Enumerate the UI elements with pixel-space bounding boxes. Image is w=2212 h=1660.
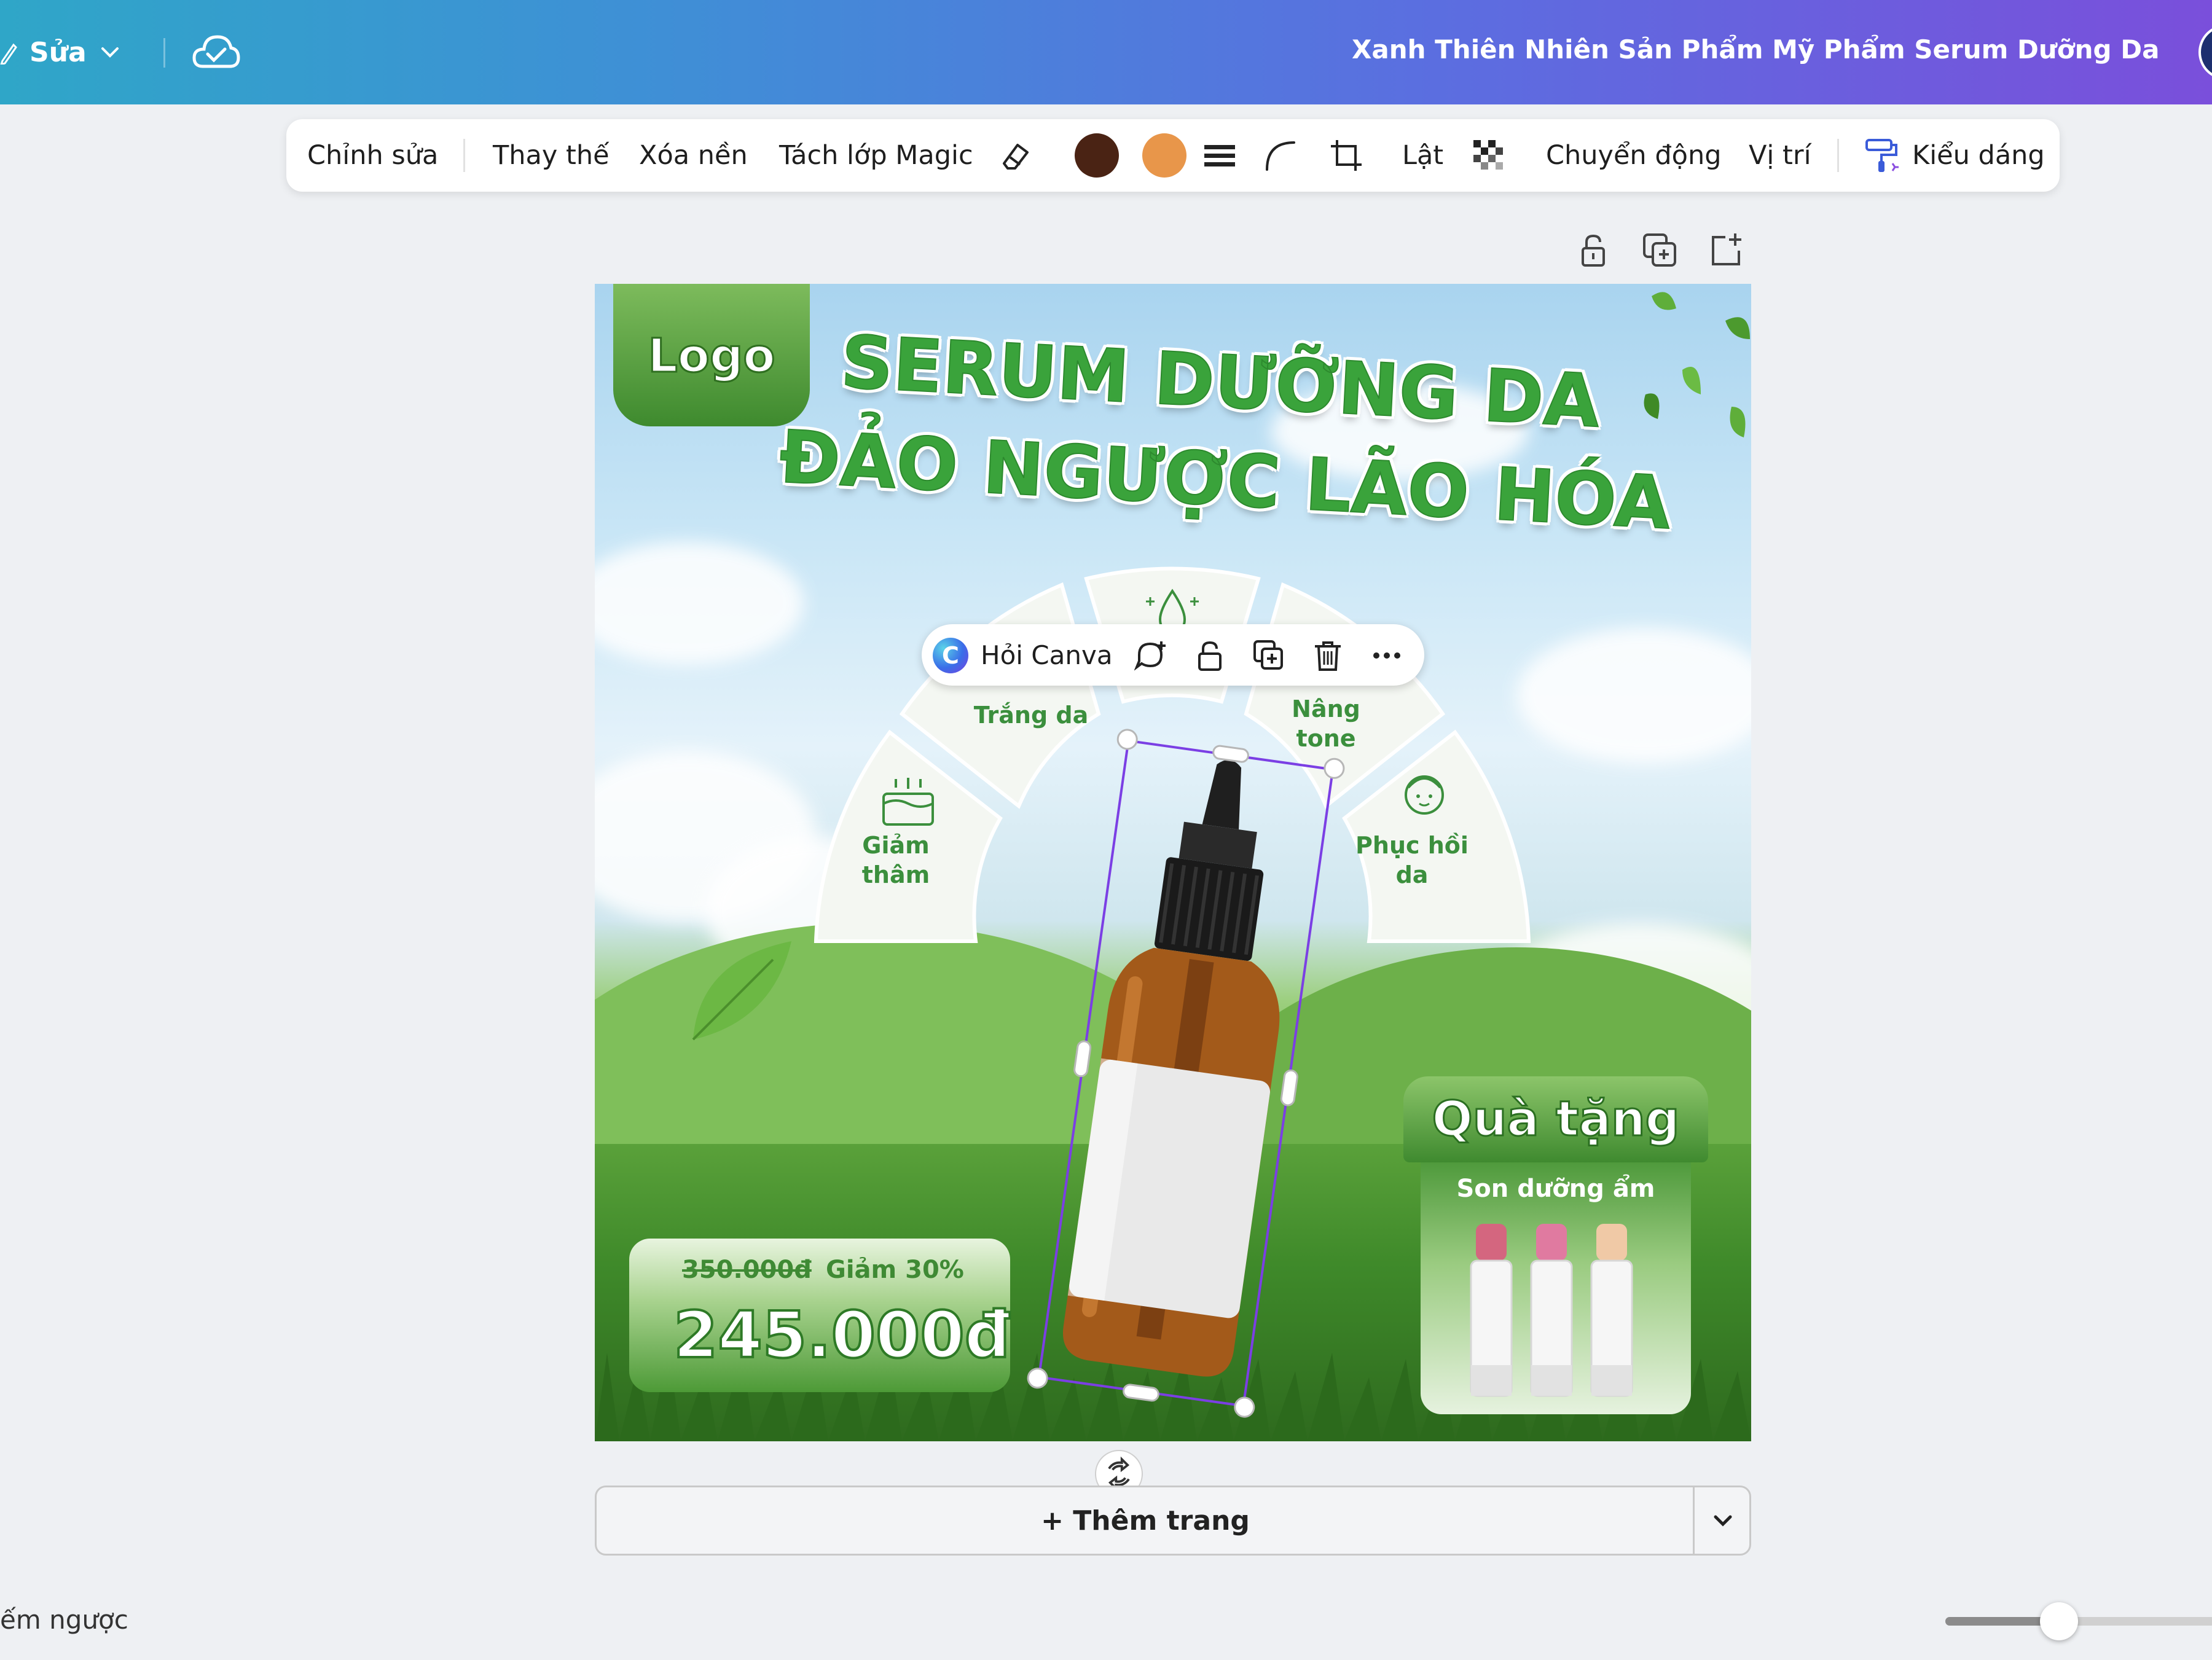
zoom-slider[interactable] <box>1945 1617 2212 1626</box>
leaf-decoration <box>692 941 791 1041</box>
header-divider <box>163 38 165 68</box>
add-page-button[interactable]: + Thêm trang <box>597 1487 1694 1554</box>
replace-button[interactable]: Thay thế <box>493 119 610 192</box>
zoom-slider-handle[interactable] <box>2039 1602 2078 1640</box>
comment-add-icon[interactable] <box>1134 639 1167 672</box>
benefit-label: Giảm thâm <box>861 832 930 888</box>
top-header: Sửa Xanh Thiên Nhiên Sản Phẩm Mỹ Phẩm Se… <box>0 0 2212 104</box>
notes-label[interactable]: ếm ngược <box>0 1605 128 1635</box>
chevron-down-icon[interactable] <box>1695 1487 1751 1554</box>
cloud-decoration <box>595 542 804 665</box>
face-icon <box>1405 775 1444 815</box>
gift-body: Son dưỡng ẩm <box>1421 1162 1691 1414</box>
duplicate-page-icon[interactable] <box>1641 231 1679 269</box>
duplicate-icon[interactable] <box>1252 639 1285 672</box>
add-page-icon[interactable] <box>1707 231 1745 269</box>
gift-card: Son dưỡng ẩm Quà tặng <box>1403 1076 1708 1420</box>
animate-button[interactable]: Chuyển động <box>1546 119 1722 192</box>
document-title[interactable]: Xanh Thiên Nhiên Sản Phẩm Mỹ Phẩm Serum … <box>1352 34 2169 65</box>
design-canvas[interactable]: Logo SERUM DƯỠNG DA ĐẢO NGƯỢC LÃO HÓA Gi… <box>595 284 1751 1441</box>
add-page-bar: + Thêm trang <box>595 1486 1751 1556</box>
benefit-label: Trắng da <box>973 702 1089 729</box>
eraser-icon[interactable] <box>999 139 1032 172</box>
remove-background-button[interactable]: Xóa nền <box>639 119 748 192</box>
toolbar-divider <box>1837 139 1839 172</box>
old-price: 350.000đ <box>682 1256 812 1284</box>
new-price: 245.000đ <box>672 1296 1011 1374</box>
cloud-saved-icon[interactable] <box>192 32 241 72</box>
color-swatch-orange[interactable] <box>1140 131 1188 179</box>
ask-canva-toolbar: C Hỏi Canva <box>922 624 1424 686</box>
price-card: 350.000đ Giảm 30% 245.000đ <box>629 1239 1011 1392</box>
toolbar-divider <box>463 139 465 172</box>
logo-text: Logo <box>647 327 776 383</box>
benefit-label: Nâng tone <box>1292 695 1360 752</box>
color-swatch-brown[interactable] <box>1073 131 1121 179</box>
lock-icon[interactable] <box>1193 639 1226 672</box>
gift-header: Quà tặng <box>1403 1076 1708 1162</box>
paint-roller-icon <box>1865 139 1899 172</box>
crop-icon[interactable] <box>1328 138 1364 173</box>
transparency-icon[interactable] <box>1471 138 1507 173</box>
leaves-decoration <box>1644 292 1750 437</box>
chevron-down-icon <box>101 47 119 58</box>
skin-layers-icon <box>882 778 934 826</box>
edit-image-button[interactable]: Chỉnh sửa <box>307 119 438 192</box>
edit-menu-button[interactable]: Sửa <box>0 31 122 74</box>
edit-menu-label: Sửa <box>29 36 87 68</box>
magic-layer-button[interactable]: Tách lớp Magic <box>779 119 973 192</box>
more-options-icon[interactable] <box>1370 639 1403 672</box>
discount-label: Giảm 30% <box>826 1256 964 1284</box>
style-button[interactable]: Kiểu dáng <box>1912 119 2045 192</box>
ask-canva-button[interactable]: Hỏi Canva <box>981 624 1113 686</box>
context-toolbar: Chỉnh sửa Thay thế Xóa nền Tách lớp Magi… <box>286 119 2060 192</box>
pencil-icon <box>0 43 17 65</box>
corner-rounding-icon[interactable] <box>1262 138 1298 173</box>
border-style-icon[interactable] <box>1202 138 1237 173</box>
flip-button[interactable]: Lật <box>1402 119 1443 192</box>
gift-title: Quà tặng <box>1431 1091 1681 1148</box>
lock-icon[interactable] <box>1574 231 1612 269</box>
canva-logo-icon[interactable]: C <box>933 638 968 673</box>
cloud-decoration <box>1516 628 1751 763</box>
gift-subtitle: Son dưỡng ẩm <box>1456 1175 1655 1203</box>
avatar[interactable] <box>2198 25 2212 80</box>
logo-badge: Logo <box>613 284 810 426</box>
trash-icon[interactable] <box>1311 639 1344 672</box>
position-button[interactable]: Vị trí <box>1749 119 1811 192</box>
lipstick-image <box>1470 1224 1633 1397</box>
benefit-label: Phục hồi da <box>1355 832 1469 888</box>
